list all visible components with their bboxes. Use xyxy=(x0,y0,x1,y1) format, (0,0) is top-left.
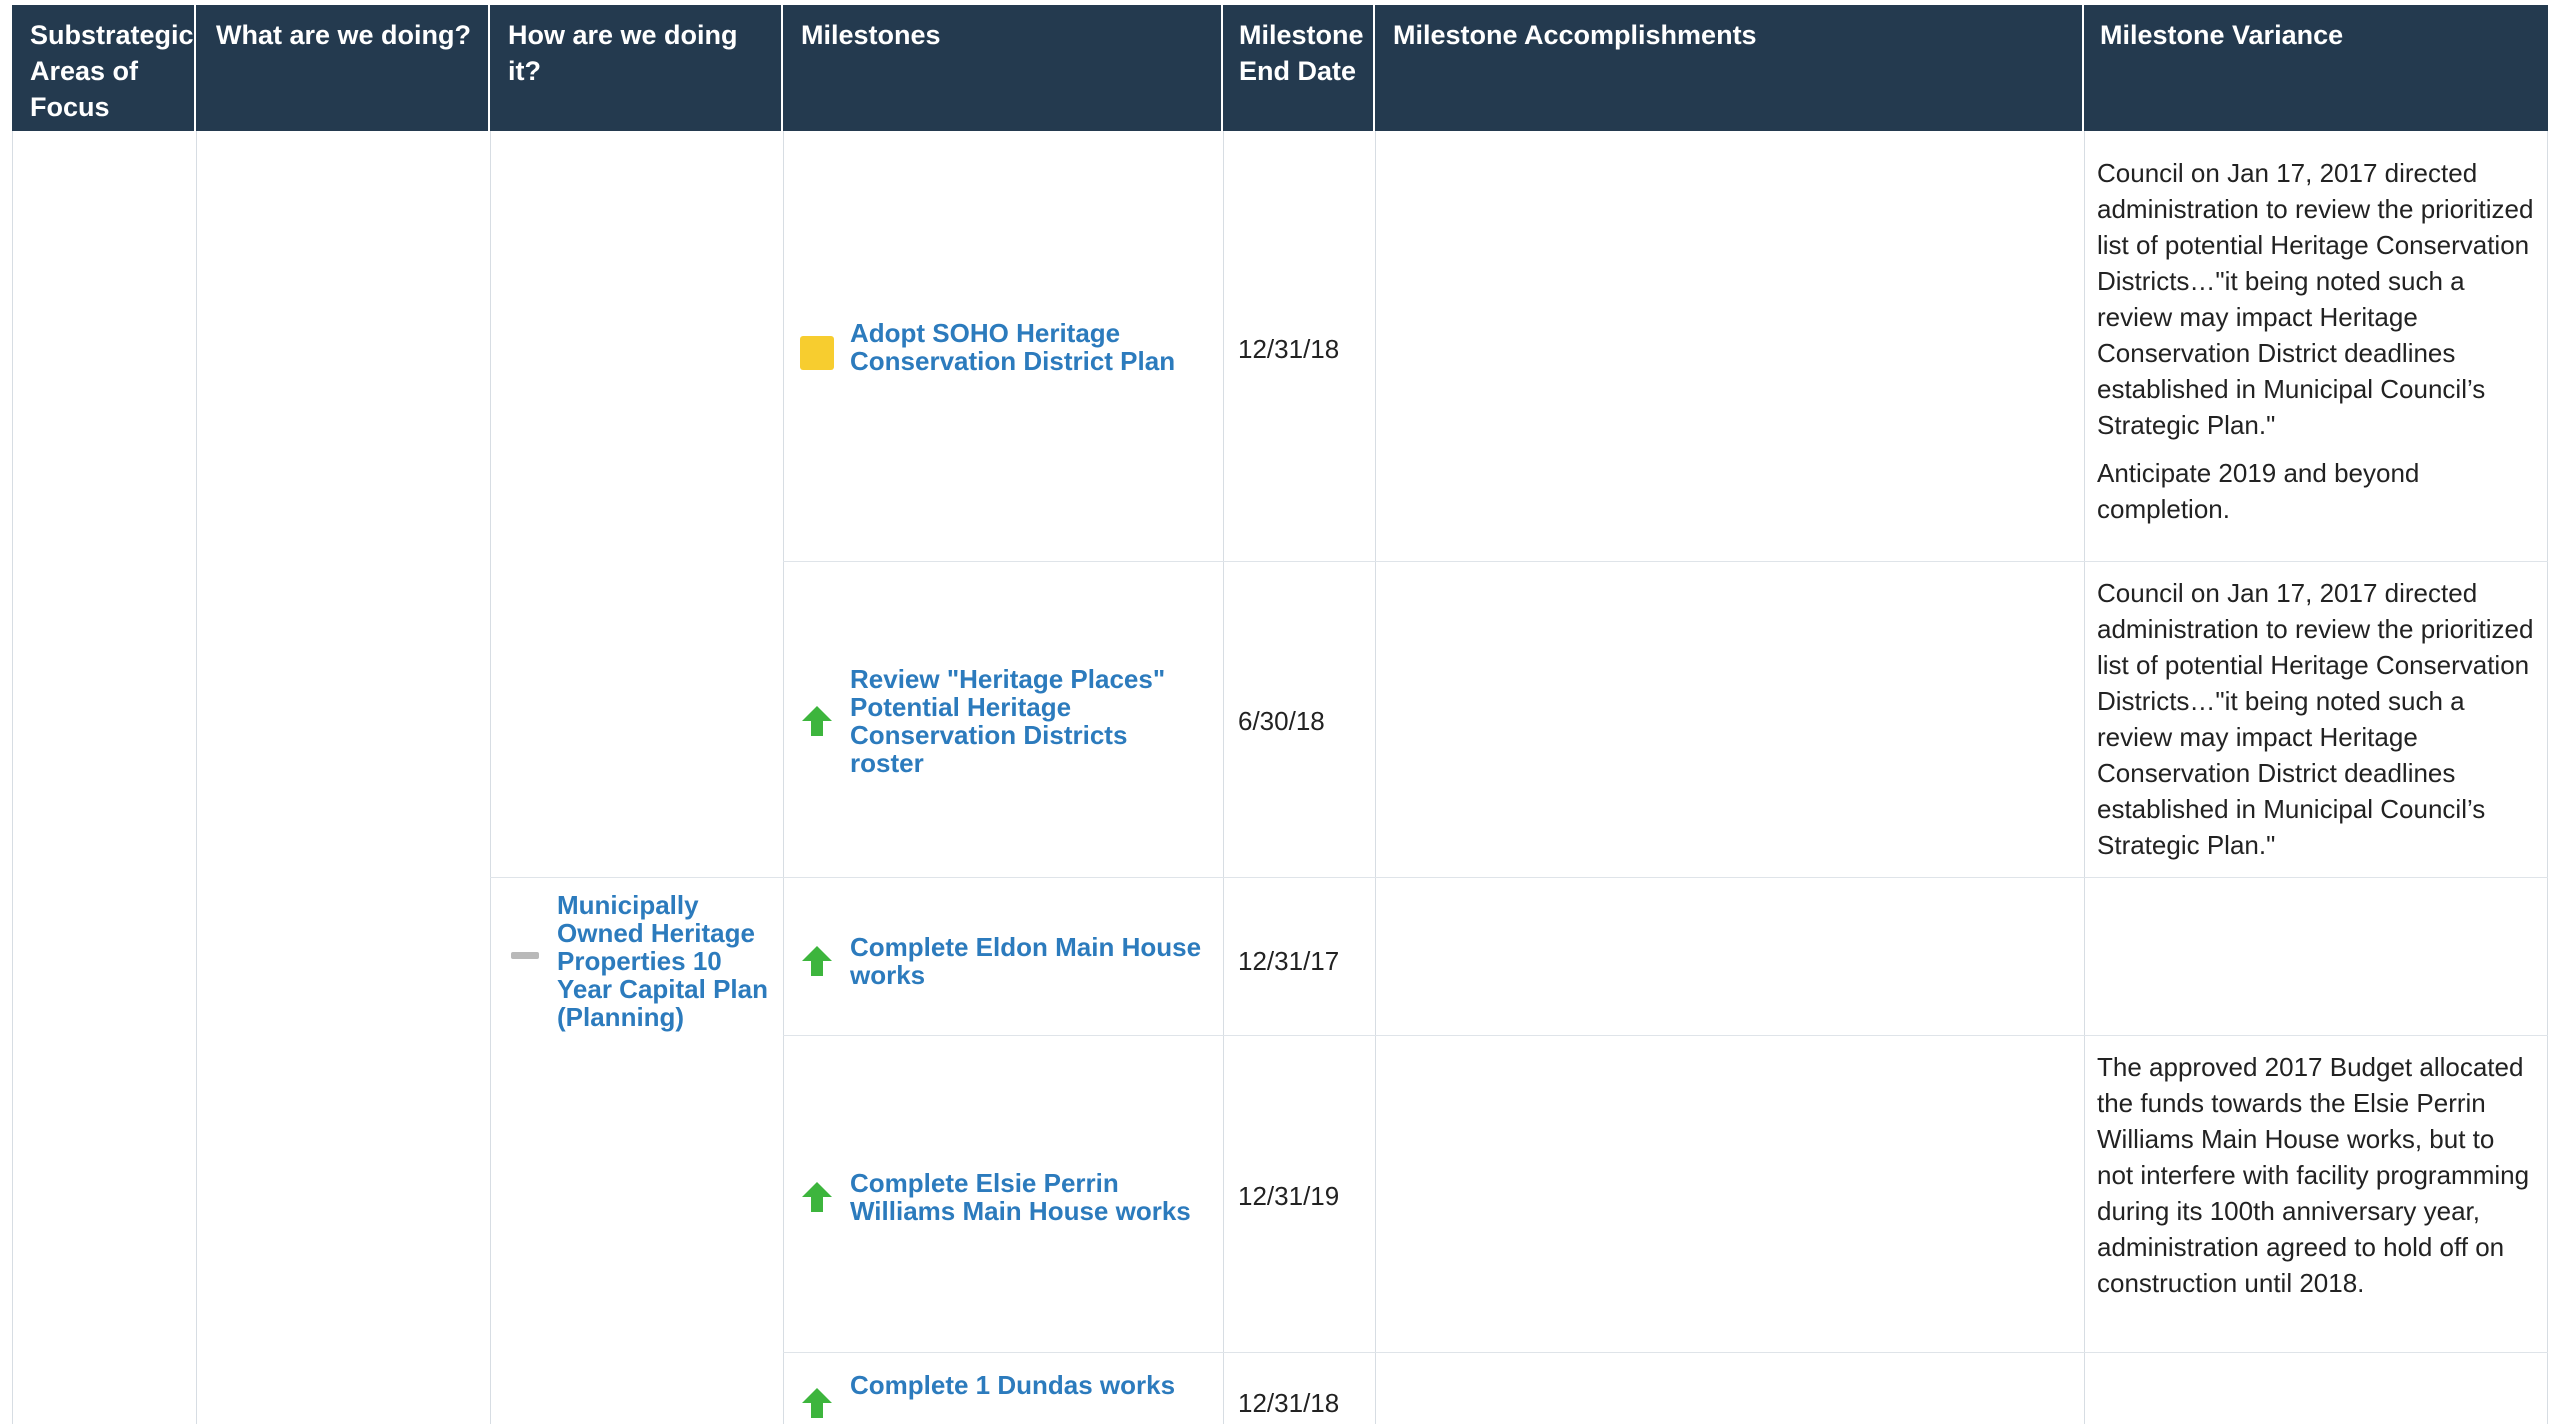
table-row: Complete 1 Dundas works 12/31/18 xyxy=(783,1352,2548,1424)
end-date: 12/31/19 xyxy=(1238,1181,1340,1211)
green-up-arrow-icon xyxy=(800,704,834,743)
table-row: Complete Elsie Perrin Williams Main Hous… xyxy=(783,1035,2548,1352)
header-end-date: Milestone End Date xyxy=(1223,5,1375,131)
variance-paragraph: Anticipate 2019 and beyond completion. xyxy=(2097,458,2420,524)
column-divider xyxy=(490,131,491,1424)
milestone-link[interactable]: Complete Elsie Perrin Williams Main Hous… xyxy=(850,1169,1220,1225)
how-item-link[interactable]: Municipally Owned Heritage Properties 10… xyxy=(557,891,772,1031)
green-up-arrow-icon xyxy=(800,944,834,983)
end-date: 12/31/18 xyxy=(1238,334,1340,364)
table-row: Review "Heritage Places" Potential Herit… xyxy=(783,561,2548,877)
header-how: How are we doing it? xyxy=(490,5,783,131)
table-row: Complete Eldon Main House works 12/31/17 xyxy=(783,877,2548,1035)
green-up-arrow-icon xyxy=(800,1386,834,1425)
variance-paragraph: Council on Jan 17, 2017 directed adminis… xyxy=(2097,578,2534,860)
green-up-arrow-icon xyxy=(800,1180,834,1219)
header-what: What are we doing? xyxy=(196,5,490,131)
header-accomplishments: Milestone Accomplishments xyxy=(1375,5,2084,131)
variance-text: Council on Jan 17, 2017 directed adminis… xyxy=(2097,575,2537,875)
milestone-link[interactable]: Complete 1 Dundas works xyxy=(850,1371,1220,1399)
variance-text: Council on Jan 17, 2017 directed adminis… xyxy=(2097,155,2537,539)
milestones-table: Substrategic Areas of Focus What are we … xyxy=(12,5,2548,1424)
end-date: 6/30/18 xyxy=(1238,706,1325,736)
header-substrategic: Substrategic Areas of Focus xyxy=(12,5,196,131)
header-variance: Milestone Variance xyxy=(2084,5,2548,131)
milestone-link[interactable]: Review "Heritage Places" Potential Herit… xyxy=(850,665,1190,777)
milestone-link[interactable]: Complete Eldon Main House works xyxy=(850,933,1220,989)
table-row: Adopt SOHO Heritage Conservation Distric… xyxy=(783,131,2548,561)
yellow-square-icon xyxy=(800,336,834,370)
milestone-link[interactable]: Adopt SOHO Heritage Conservation Distric… xyxy=(850,319,1210,375)
variance-paragraph: The approved 2017 Budget allocated the f… xyxy=(2097,1052,2530,1298)
end-date: 12/31/17 xyxy=(1238,946,1340,976)
column-divider xyxy=(12,131,13,1424)
variance-text: The approved 2017 Budget allocated the f… xyxy=(2097,1049,2537,1313)
end-date: 12/31/18 xyxy=(1238,1388,1340,1418)
header-milestones: Milestones xyxy=(783,5,1223,131)
how-item: Municipally Owned Heritage Properties 10… xyxy=(490,877,783,1031)
variance-paragraph: Council on Jan 17, 2017 directed adminis… xyxy=(2097,158,2534,440)
gray-dash-icon xyxy=(511,952,539,959)
column-divider xyxy=(196,131,197,1424)
